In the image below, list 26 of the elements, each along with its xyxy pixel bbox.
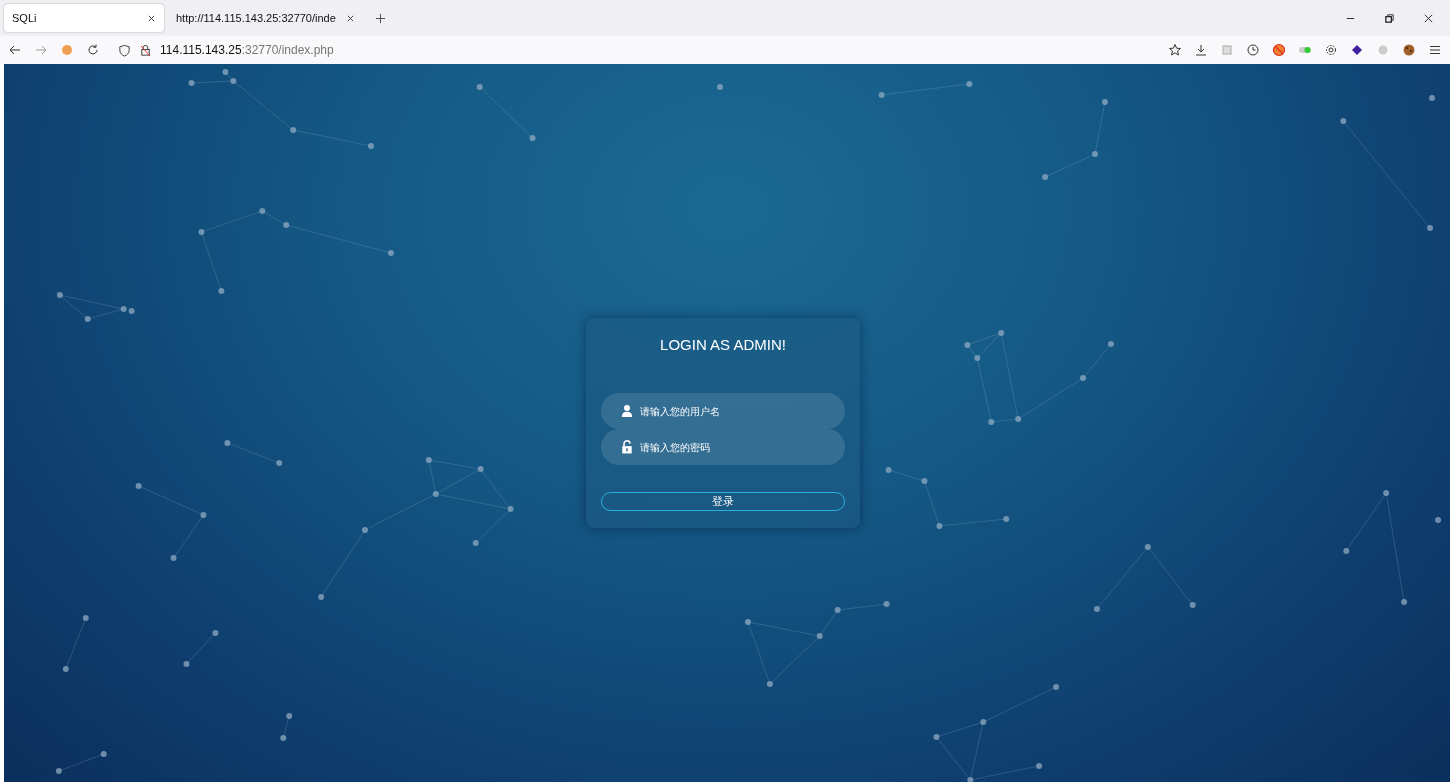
close-icon[interactable] <box>345 13 355 23</box>
blocked-icon[interactable] <box>1272 43 1286 57</box>
login-title: LOGIN AS ADMIN! <box>660 336 786 353</box>
forward-icon[interactable] <box>34 43 48 57</box>
browser-tab[interactable]: http://114.115.143.25:32770/inde <box>168 4 363 32</box>
tab-title: SQLi <box>12 12 38 24</box>
diamond-icon[interactable] <box>1350 43 1364 57</box>
download-icon[interactable] <box>1194 43 1208 57</box>
shield-icon[interactable] <box>118 43 131 57</box>
unlocked-icon <box>621 440 633 454</box>
browser-tab[interactable]: SQLi <box>4 4 164 32</box>
lock-icon[interactable] <box>139 43 152 57</box>
tab-title: http://114.115.143.25:32770/inde <box>176 12 336 24</box>
restore-icon[interactable] <box>1384 12 1395 24</box>
new-tab-icon[interactable] <box>374 12 386 24</box>
close-icon[interactable] <box>1423 12 1434 24</box>
clock-icon[interactable] <box>1246 43 1260 57</box>
reload-icon[interactable] <box>86 43 100 57</box>
settings-icon[interactable] <box>1324 43 1338 57</box>
user-icon <box>621 404 633 418</box>
menu-icon[interactable] <box>1428 43 1442 57</box>
url-text: 114.115.143.25:32770/index.php <box>160 43 334 57</box>
star-icon[interactable] <box>1168 43 1182 57</box>
back-icon[interactable] <box>8 43 22 57</box>
close-icon[interactable] <box>147 13 156 23</box>
cookie-icon[interactable] <box>1402 43 1416 57</box>
